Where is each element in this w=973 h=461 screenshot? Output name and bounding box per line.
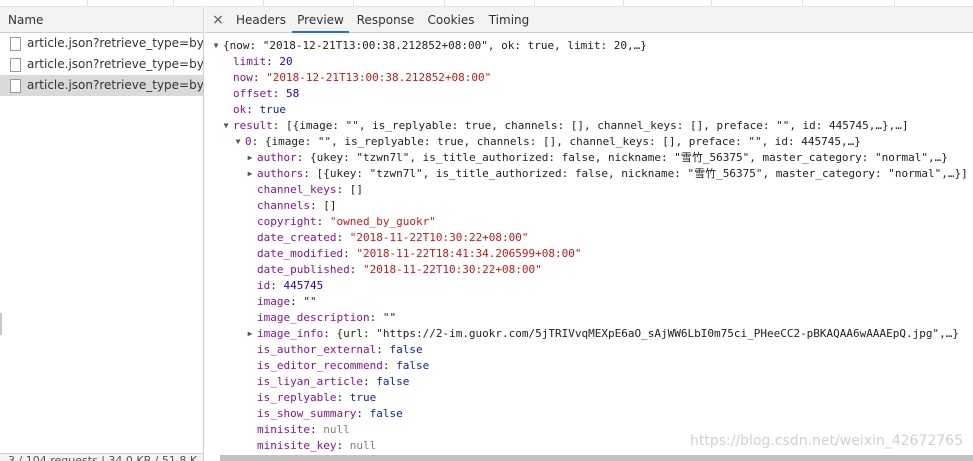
request-list: article.json?retrieve_type=by_s...articl…	[0, 33, 203, 96]
tree-node-is-editor-recommend: is_editor_recommend: false	[257, 359, 430, 372]
timeline-segment	[354, 0, 445, 7]
tree-node-date-created: date_created: "2018-11-22T10:30:22+08:00…	[257, 231, 529, 244]
tree-node-image: image: ""	[257, 295, 317, 308]
tree-node-image-description: image_description: ""	[257, 311, 397, 324]
caret-down-icon[interactable]: ▼	[233, 134, 243, 150]
caret-down-icon[interactable]: ▼	[221, 118, 231, 134]
file-icon	[10, 58, 21, 72]
request-name: article.json?retrieve_type=by_s...	[27, 57, 203, 71]
tree-node-authors[interactable]: ▶ authors: [{ukey: "tzwn7l", is_title_aut…	[205, 166, 973, 182]
caret-right-icon[interactable]: ▶	[245, 326, 255, 342]
tree-node-result[interactable]: ▼ result: [{image: "", is_replyable: true…	[205, 118, 973, 134]
tree-node-is-author-external: is_author_external: false	[257, 343, 423, 356]
tree-node-copyright: copyright: "owned_by_guokr"	[257, 215, 436, 228]
request-list-panel: Name article.json?retrieve_type=by_s...a…	[0, 7, 204, 461]
request-row[interactable]: article.json?retrieve_type=by_s...	[0, 54, 203, 75]
timeline-segment	[624, 0, 712, 7]
tab-headers[interactable]: Headers	[230, 7, 292, 33]
timeline-segment	[803, 0, 895, 7]
details-panel: × Headers Preview Response Cookies Timin…	[205, 7, 973, 461]
tree-node-offset: offset: 58	[233, 87, 300, 100]
json-preview-tree: ▼ {now: "2018-12-21T13:00:38.212852+08:00…	[205, 34, 973, 453]
tab-timing[interactable]: Timing	[480, 7, 538, 33]
tree-node-id: id: 445745	[257, 279, 324, 292]
caret-right-icon[interactable]: ▶	[245, 166, 255, 182]
requests-status-bar: 3 / 104 requests | 34.0 KB / 51.8 K	[0, 453, 203, 461]
tree-node-author[interactable]: ▶ author: {ukey: "tzwn7l", is_title_autho…	[205, 150, 973, 166]
horizontal-scrollbar[interactable]	[220, 455, 973, 461]
top-timeline-strip	[0, 0, 973, 7]
tree-node-is-replyable: is_replyable: true	[257, 391, 377, 404]
timeline-segment	[445, 0, 535, 7]
close-icon[interactable]: ×	[211, 7, 225, 33]
caret-down-icon[interactable]: ▼	[211, 38, 221, 54]
timeline-segment	[535, 0, 624, 7]
request-row[interactable]: article.json?retrieve_type=by_s...	[0, 75, 203, 96]
tree-node-channel-keys: channel_keys: []	[257, 183, 363, 196]
request-name: article.json?retrieve_type=by_s...	[27, 78, 203, 92]
tab-response[interactable]: Response	[349, 7, 422, 33]
file-icon	[10, 79, 21, 93]
tree-node-date-modified: date_modified: "2018-11-22T18:41:34.2065…	[257, 247, 582, 260]
tree-node-limit: limit: 20	[233, 55, 293, 68]
tree-node-ok: ok: true	[233, 103, 286, 116]
timeline-segment	[264, 0, 354, 7]
tree-node-date-published: date_published: "2018-11-22T10:30:22+08:…	[257, 263, 542, 276]
tab-preview[interactable]: Preview	[292, 7, 349, 33]
panel-resize-handle[interactable]	[0, 313, 2, 335]
tab-cookies[interactable]: Cookies	[422, 7, 480, 33]
request-row[interactable]: article.json?retrieve_type=by_s...	[0, 33, 203, 54]
timeline-segment	[88, 0, 174, 7]
caret-right-icon[interactable]: ▶	[245, 150, 255, 166]
tree-node-is-show-summary: is_show_summary: false	[257, 407, 403, 420]
tree-node-now: now: "2018-12-21T13:00:38.212852+08:00"	[233, 71, 492, 84]
file-icon	[10, 37, 21, 51]
tree-node-channels: channels: []	[257, 199, 337, 212]
tree-node-image-info[interactable]: ▶ image_info: {url: "https://2-im.guokr.c…	[205, 326, 973, 342]
details-tab-bar: × Headers Preview Response Cookies Timin…	[205, 7, 973, 33]
tree-node-result-0[interactable]: ▼ 0: {image: "", is_replyable: true, chan…	[205, 134, 973, 150]
watermark-text: https://blog.csdn.net/weixin_42672765	[689, 433, 963, 449]
timeline-segment	[174, 0, 264, 7]
timeline-segment	[0, 0, 88, 7]
request-name: article.json?retrieve_type=by_s...	[27, 36, 203, 50]
tree-node-is-liyan-article: is_liyan_article: false	[257, 375, 410, 388]
name-column-header[interactable]: Name	[0, 7, 203, 33]
timeline-segment	[712, 0, 803, 7]
tree-node-root[interactable]: ▼ {now: "2018-12-21T13:00:38.212852+08:00…	[205, 38, 973, 54]
